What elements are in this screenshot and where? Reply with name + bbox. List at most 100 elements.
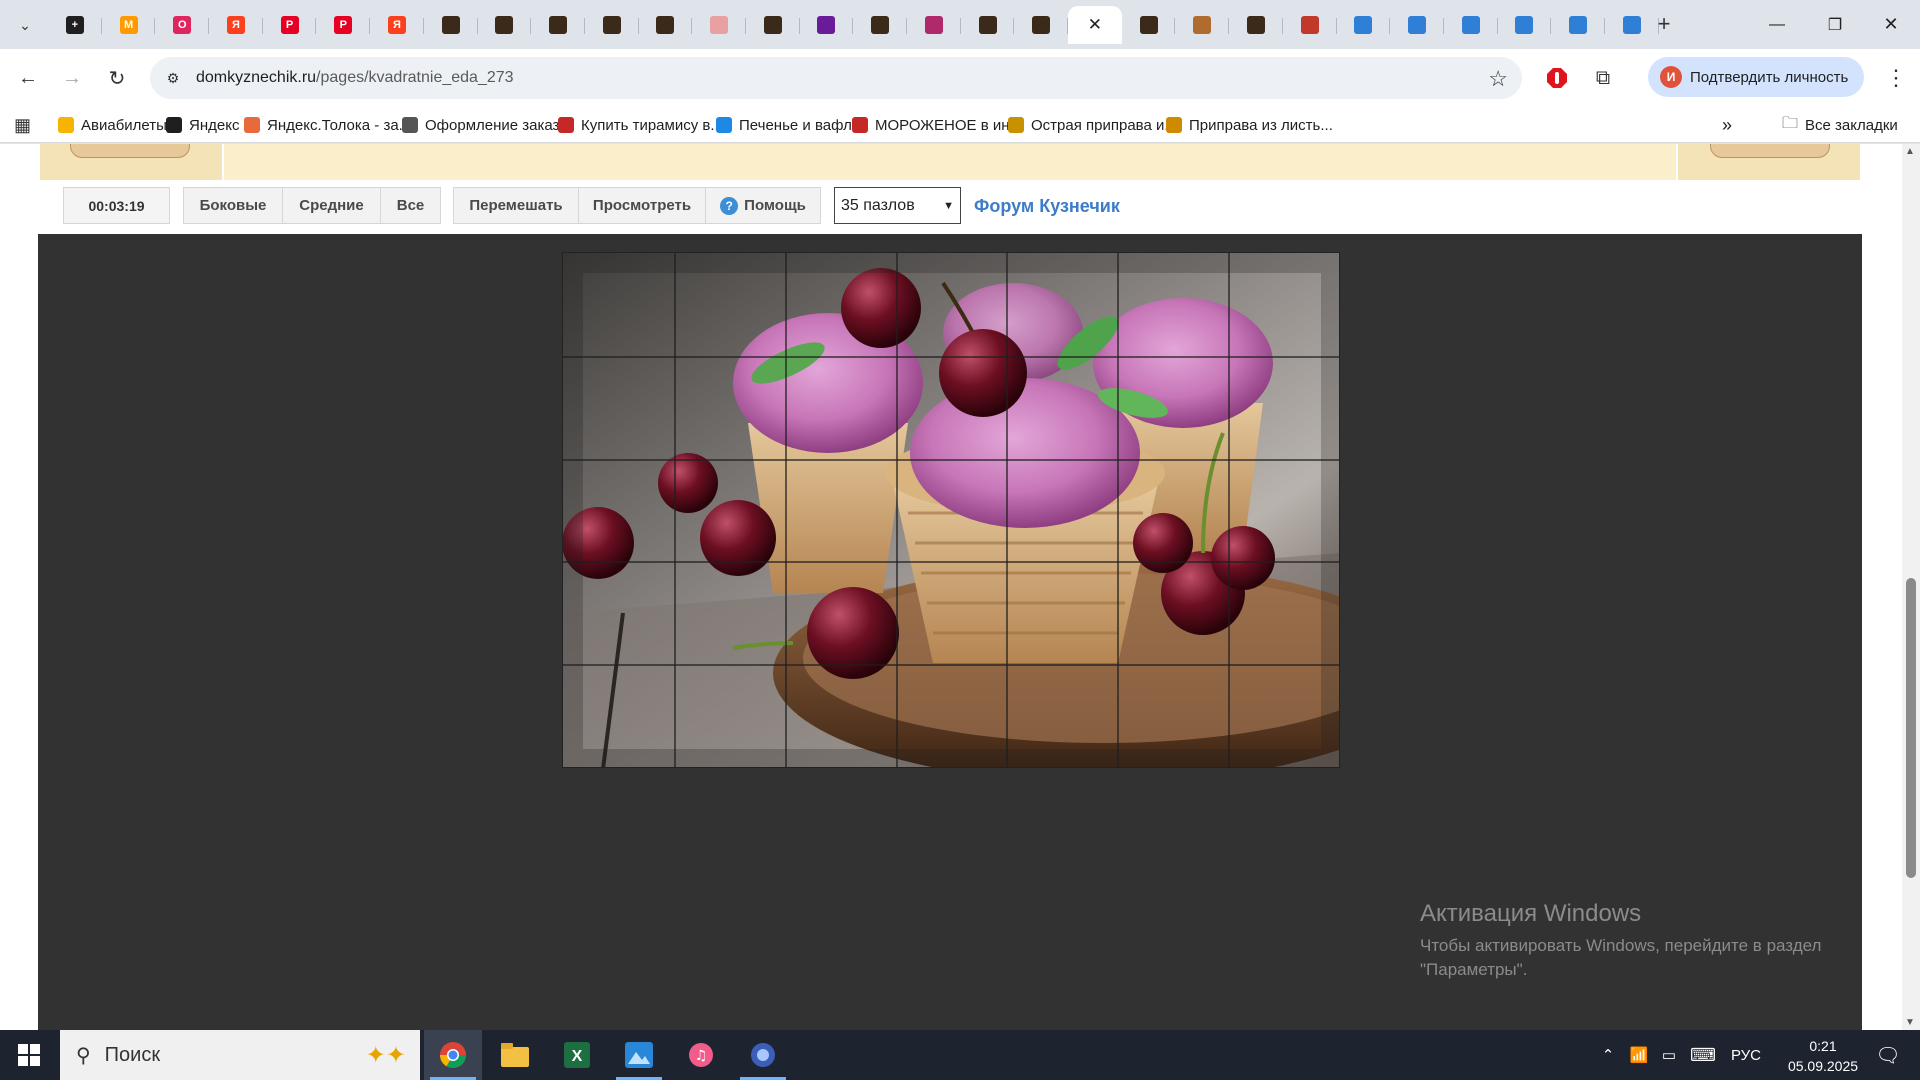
restore-icon[interactable]: ❐ — [1806, 0, 1864, 49]
edge-pieces-button[interactable]: Боковые — [183, 187, 283, 224]
scroll-up-arrow-icon[interactable]: ▲ — [1905, 146, 1915, 157]
all-pieces-button[interactable]: Все — [380, 187, 441, 224]
browser-tab[interactable] — [1014, 6, 1068, 44]
all-bookmarks-button[interactable]: 🗀 Все закладки — [1782, 113, 1898, 137]
browser-tab[interactable]: Я — [370, 6, 424, 44]
start-windows-icon[interactable] — [0, 1030, 58, 1080]
back-arrow-icon[interactable]: ← — [12, 62, 44, 94]
photos-app-icon[interactable] — [610, 1030, 668, 1080]
battery-icon[interactable]: ▭ — [1656, 1030, 1682, 1080]
browser-tab[interactable]: O — [155, 6, 209, 44]
browser-tab[interactable] — [639, 6, 693, 44]
browser-tab[interactable] — [853, 6, 907, 44]
tab-search-chevron-icon[interactable]: ⌄ — [10, 10, 40, 40]
browser-tab[interactable] — [1337, 6, 1391, 44]
network-icon[interactable]: 📶 — [1626, 1030, 1652, 1080]
more-bookmarks-chevron-icon[interactable]: » — [1722, 113, 1732, 137]
browser-tab[interactable] — [1283, 6, 1337, 44]
notifications-icon[interactable]: 🗨 — [1868, 1030, 1908, 1080]
browser-tab[interactable] — [1444, 6, 1498, 44]
verify-identity-button[interactable]: И Подтвердить личность — [1648, 57, 1864, 97]
extensions-puzzle-icon[interactable]: ⧉ — [1588, 63, 1618, 93]
middle-pieces-button[interactable]: Средние — [282, 187, 381, 224]
menu-kebab-icon[interactable]: ⋮ — [1880, 62, 1912, 94]
site-info-icon[interactable]: ⚙ — [162, 67, 184, 89]
bookmark-item[interactable]: Приправа из листь... — [1166, 113, 1333, 137]
help-label: Помощь — [744, 197, 806, 214]
apps-grid-icon[interactable]: ▦ — [14, 113, 31, 137]
scrollbar-thumb[interactable] — [1906, 578, 1916, 878]
itunes-icon[interactable]: ♫ — [672, 1030, 730, 1080]
bookmark-label: Яндекс.Толока - за... — [267, 116, 412, 134]
window-close-icon[interactable]: ✕ — [1862, 0, 1920, 49]
language-indicator[interactable]: РУС — [1724, 1030, 1768, 1080]
media-app-icon[interactable] — [734, 1030, 792, 1080]
adblock-extension-icon[interactable] — [1542, 63, 1572, 93]
page-scrollbar[interactable]: ▲ ▼ — [1902, 144, 1920, 1030]
keyboard-icon[interactable]: ⌨ — [1686, 1030, 1720, 1080]
pinterest-icon: P — [280, 16, 299, 34]
browser-tab[interactable]: M — [102, 6, 156, 44]
browser-tab[interactable] — [1229, 6, 1283, 44]
browser-tab[interactable] — [1551, 6, 1605, 44]
bookmark-item[interactable]: МОРОЖЕНОЕ в ин... — [852, 113, 1022, 137]
taskbar-search[interactable]: ⚲ Поиск ✦✦ — [60, 1030, 420, 1080]
browser-tab[interactable] — [907, 6, 961, 44]
pieces-count-select[interactable]: 35 пазлов ▼ — [834, 187, 961, 224]
chrome-app-icon[interactable] — [424, 1030, 482, 1080]
file-explorer-icon[interactable] — [486, 1030, 544, 1080]
preview-button[interactable]: Просмотреть — [578, 187, 706, 224]
bookmark-item[interactable]: Авиабилеты — [58, 113, 167, 137]
help-button[interactable]: ? Помощь — [705, 187, 821, 224]
browser-tab[interactable] — [585, 6, 639, 44]
url-text[interactable]: domkyznechik.ru/pages/kvadratnie_eda_273 — [196, 69, 514, 87]
browser-tab[interactable] — [531, 6, 585, 44]
banner-left-tab[interactable] — [70, 144, 190, 158]
grid-line-horizontal — [563, 458, 1339, 461]
blue-doc-icon — [1569, 16, 1588, 34]
excel-icon[interactable]: X — [548, 1030, 606, 1080]
banner-right-tab[interactable] — [1710, 144, 1830, 158]
browser-tab[interactable] — [1498, 6, 1552, 44]
scroll-down-arrow-icon[interactable]: ▼ — [1905, 1017, 1915, 1028]
browser-tab[interactable] — [746, 6, 800, 44]
shuffle-button[interactable]: Перемешать — [453, 187, 579, 224]
browser-tab[interactable]: P — [263, 6, 317, 44]
copilot-sparkle-icon: ✦✦ — [365, 1041, 406, 1069]
new-tab-button[interactable]: + — [1650, 10, 1678, 38]
bookmark-star-icon[interactable]: ☆ — [1488, 66, 1508, 92]
clock[interactable]: 0:21 05.09.2025 — [1778, 1036, 1868, 1076]
bookmark-item[interactable]: Яндекс.Толока - за... — [244, 113, 411, 137]
browser-tab[interactable]: ✕ — [1068, 6, 1122, 44]
site-favicon-icon — [871, 16, 890, 34]
browser-tab[interactable]: + — [48, 6, 102, 44]
browser-tab[interactable] — [1175, 6, 1229, 44]
browser-tab[interactable] — [1122, 6, 1176, 44]
bookmark-item[interactable]: Острая приправа и... — [1008, 113, 1177, 137]
browser-tab[interactable]: P — [316, 6, 370, 44]
browser-tab[interactable] — [800, 6, 854, 44]
tray-chevron-up-icon[interactable]: ⌃ — [1596, 1030, 1620, 1080]
ozon-icon: O — [173, 16, 192, 34]
minimize-icon[interactable]: — — [1748, 0, 1806, 49]
browser-tab[interactable] — [424, 6, 478, 44]
bookmark-item[interactable]: Яндекс — [166, 113, 239, 137]
bookmark-label: Приправа из листь... — [1189, 116, 1333, 134]
bookmark-item[interactable]: Купить тирамису в... — [558, 113, 723, 137]
browser-tab[interactable] — [1390, 6, 1444, 44]
site-favicon-icon — [1246, 16, 1265, 34]
puzzle-board[interactable] — [562, 252, 1340, 768]
browser-tab[interactable] — [692, 6, 746, 44]
bookmark-item[interactable]: Печенье и вафли — [716, 113, 860, 137]
browser-tab[interactable] — [478, 6, 532, 44]
browser-tab[interactable] — [961, 6, 1015, 44]
bookmark-item[interactable]: Оформление заказ... — [402, 113, 572, 137]
globe-icon — [402, 117, 418, 133]
close-icon[interactable]: ✕ — [1086, 15, 1104, 34]
page-viewport: 00:03:19 Боковые Средние Все Перемешать … — [0, 144, 1902, 1030]
address-bar[interactable]: ⚙ domkyznechik.ru/pages/kvadratnie_eda_2… — [150, 57, 1522, 99]
browser-tab[interactable]: Я — [209, 6, 263, 44]
forward-arrow-icon[interactable]: → — [56, 62, 88, 94]
reload-icon[interactable]: ↻ — [101, 62, 133, 94]
forum-link[interactable]: Форум Кузнечик — [974, 196, 1120, 217]
